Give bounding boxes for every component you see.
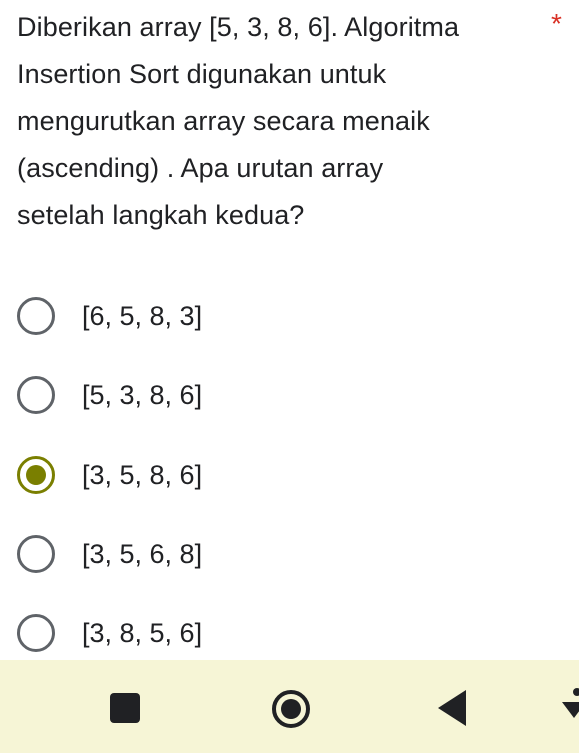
option-label: [3, 8, 5, 6]	[82, 618, 203, 648]
radio-button[interactable]	[17, 376, 55, 414]
question-line: Diberikan array [5, 3, 8, 6]. Algoritma	[17, 12, 460, 42]
question-line: setelah langkah kedua?	[17, 200, 305, 230]
required-asterisk: *	[551, 8, 562, 39]
answer-option-3[interactable]: [3, 5, 8, 6]	[17, 453, 557, 497]
answer-option-2[interactable]: [5, 3, 8, 6]	[17, 373, 557, 417]
option-label: [6, 5, 8, 3]	[82, 301, 203, 331]
question-text: Diberikan array [5, 3, 8, 6]. Algoritma …	[17, 4, 537, 239]
recent-apps-icon[interactable]	[110, 693, 140, 723]
radio-button[interactable]	[17, 535, 55, 573]
radio-button[interactable]	[17, 614, 55, 652]
answer-option-1[interactable]: [6, 5, 8, 3]	[17, 294, 557, 338]
answer-option-5[interactable]: [3, 8, 5, 6]	[17, 611, 557, 655]
home-icon[interactable]	[272, 690, 310, 728]
option-label: [5, 3, 8, 6]	[82, 380, 203, 410]
question-line: mengurutkan array secara menaik	[17, 106, 430, 136]
radio-button-selected[interactable]	[17, 456, 55, 494]
back-icon[interactable]	[438, 690, 466, 726]
accessibility-icon[interactable]	[560, 688, 579, 728]
option-label: [3, 5, 6, 8]	[82, 539, 203, 569]
form-page: Diberikan array [5, 3, 8, 6]. Algoritma …	[0, 0, 579, 753]
option-label: [3, 5, 8, 6]	[82, 460, 203, 490]
question-line: (ascending) . Apa urutan array	[17, 153, 384, 183]
system-navigation-bar	[0, 660, 579, 753]
answer-option-4[interactable]: [3, 5, 6, 8]	[17, 532, 557, 576]
radio-button[interactable]	[17, 297, 55, 335]
question-line: Insertion Sort digunakan untuk	[17, 59, 387, 89]
